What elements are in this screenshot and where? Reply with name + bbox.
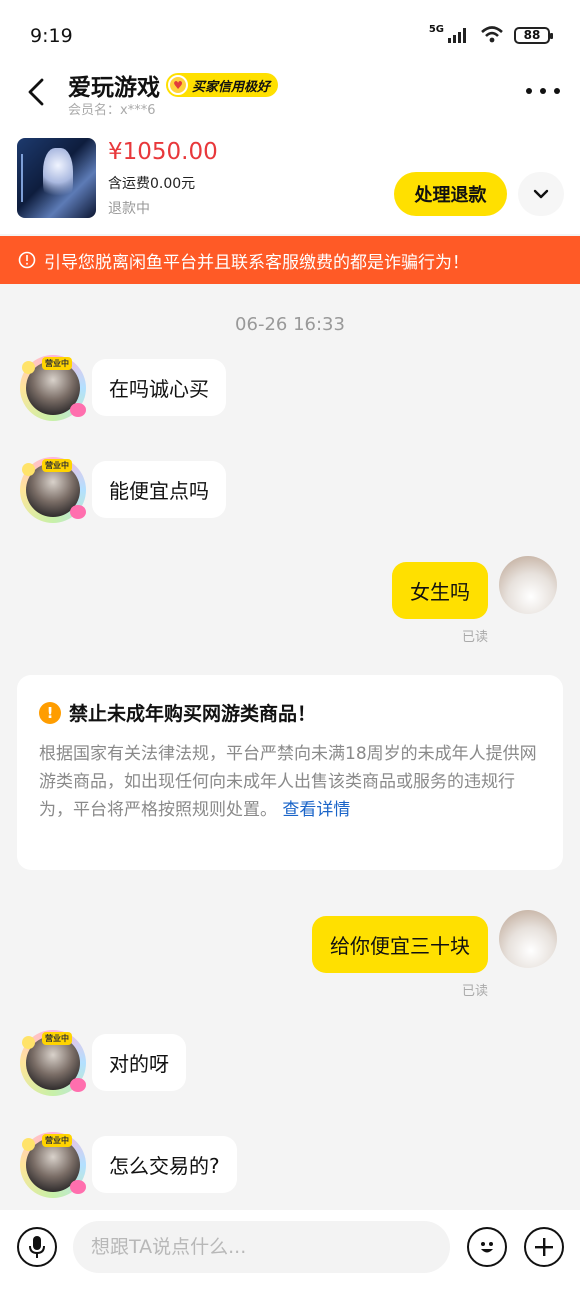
avatar-tag: 营业中 (42, 1134, 72, 1147)
handle-refund-button[interactable]: 处理退款 (394, 172, 507, 216)
read-status: 已读 (461, 630, 488, 645)
back-button[interactable] (18, 72, 54, 112)
thumbnail-figure (43, 148, 73, 206)
notice-title: 禁止未成年购买网游类商品！ (69, 703, 317, 725)
avatar-decor (70, 1180, 86, 1194)
message-bubble[interactable]: 怎么交易的? (92, 1136, 237, 1193)
avatar-tag: 营业中 (42, 1032, 72, 1045)
avatar-decor (22, 1138, 35, 1151)
seller-avatar[interactable]: 营业中 (20, 1132, 86, 1198)
product-price: ¥1050.00 (108, 139, 218, 165)
title-row: 爱玩游戏 ♥ 买家信用极好 (68, 68, 279, 102)
credit-badge: ♥ 买家信用极好 (166, 73, 279, 97)
fraud-warning-bar: 引导您脱离闲鱼平台并且联系客服缴费的都是诈骗行为！ (0, 236, 580, 284)
message-bubble[interactable]: 对的呀 (92, 1034, 186, 1091)
status-time: 9:19 (30, 25, 73, 47)
my-avatar[interactable] (499, 556, 557, 614)
message-bubble[interactable]: 能便宜点吗 (92, 461, 226, 518)
thumbnail-decor (21, 154, 27, 202)
alert-icon: ! (39, 701, 61, 724)
avatar-decor (22, 361, 35, 374)
heart-eyes-icon: ♥ (168, 75, 188, 95)
avatar-decor (70, 403, 86, 417)
more-actions-button[interactable] (524, 1227, 564, 1267)
my-avatar[interactable] (499, 910, 557, 968)
message-bubble[interactable]: 在吗诚心买 (92, 359, 226, 416)
read-status: 已读 (461, 984, 488, 999)
message-bubble[interactable]: 给你便宜三十块 (312, 916, 488, 973)
voice-button[interactable] (17, 1227, 57, 1267)
member-name: 会员名：x***6 (68, 103, 156, 118)
page-title: 爱玩游戏 (68, 75, 160, 101)
status-bar: 9:19 5G 88 (0, 0, 580, 64)
notice-title-row: ! 禁止未成年购买网游类商品！ (39, 699, 541, 726)
more-options-button[interactable] (526, 78, 560, 104)
wifi-icon (481, 26, 503, 43)
avatar-tag: 营业中 (42, 357, 72, 370)
seller-avatar[interactable]: 营业中 (20, 457, 86, 523)
battery-icon: 88 (514, 26, 553, 44)
chevron-down-icon (533, 189, 549, 199)
warning-text: 引导您脱离闲鱼平台并且联系客服缴费的都是诈骗行为！ (44, 252, 469, 273)
microphone-icon (29, 1236, 45, 1258)
seller-avatar[interactable]: 营业中 (20, 1030, 86, 1096)
view-details-link[interactable]: 查看详情 (282, 800, 350, 820)
notice-body: 根据国家有关法律法规，平台严禁向未满18周岁的未成年人提供网游类商品，如出现任何… (39, 740, 541, 824)
chat-header: 爱玩游戏 ♥ 买家信用极好 会员名：x***6 (0, 64, 580, 124)
status-icons: 5G 88 (428, 23, 553, 44)
emoji-button[interactable] (467, 1227, 507, 1267)
minor-purchase-notice: ! 禁止未成年购买网游类商品！ 根据国家有关法律法规，平台严禁向未满18周岁的未… (17, 675, 563, 870)
message-bubble[interactable]: 女生吗 (392, 562, 488, 619)
credit-badge-label: 买家信用极好 (192, 79, 271, 95)
dot-icon (526, 88, 532, 94)
avatar-tag: 营业中 (42, 459, 72, 472)
warning-icon (18, 251, 36, 269)
expand-button[interactable] (518, 172, 564, 216)
avatar-decor (22, 1036, 35, 1049)
avatar-decor (70, 505, 86, 519)
smiley-icon (481, 1242, 493, 1253)
message-input[interactable] (73, 1221, 450, 1273)
chat-timestamp: 06-26 16:33 (235, 314, 345, 335)
message-input-bar (0, 1210, 580, 1289)
chevron-left-icon (28, 78, 44, 106)
plus-icon (535, 1238, 553, 1256)
seller-avatar[interactable]: 营业中 (20, 355, 86, 421)
avatar-decor (70, 1078, 86, 1092)
network-type: 5G (428, 23, 444, 35)
product-thumbnail[interactable] (17, 138, 96, 218)
dot-icon (540, 88, 546, 94)
order-status: 退款中 (108, 201, 150, 217)
signal-icon (448, 28, 466, 43)
shipping-fee: 含运费0.00元 (108, 176, 196, 192)
dot-icon (554, 88, 560, 94)
product-card: ¥1050.00 含运费0.00元 退款中 处理退款 (0, 124, 580, 234)
avatar-decor (22, 463, 35, 476)
